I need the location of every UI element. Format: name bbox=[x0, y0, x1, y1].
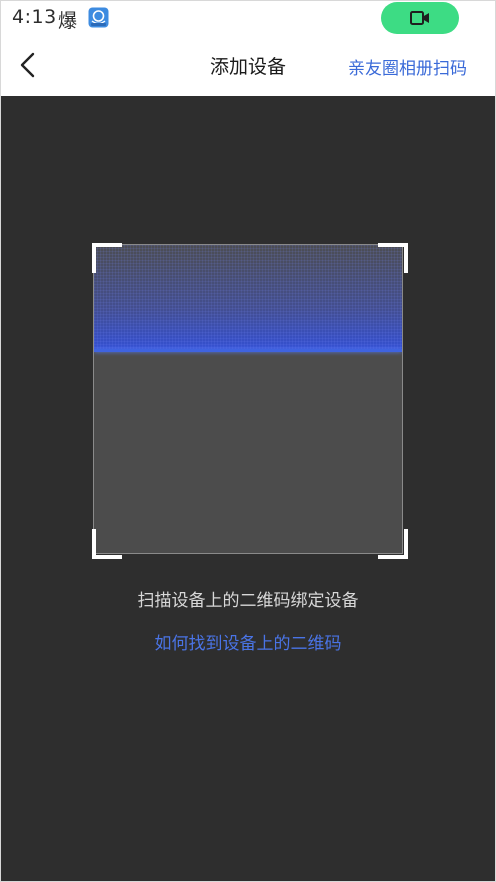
app-notification-icon bbox=[88, 7, 109, 28]
app-frame: 4:13 爆 添加设备 亲友圈相册扫码 扫描设备上的二维码绑定设备 如何找到设备… bbox=[0, 0, 496, 882]
scan-grid-overlay bbox=[94, 245, 402, 351]
ongoing-call-pill[interactable] bbox=[381, 2, 459, 34]
scan-corner-bottom-left bbox=[92, 529, 122, 559]
status-bar: 4:13 爆 bbox=[1, 1, 495, 35]
video-camera-icon bbox=[410, 11, 429, 25]
find-qr-help-link[interactable]: 如何找到设备上的二维码 bbox=[1, 629, 495, 654]
scan-line bbox=[94, 349, 402, 352]
album-scan-button[interactable]: 亲友圈相册扫码 bbox=[348, 54, 467, 79]
scan-corner-top-left bbox=[92, 243, 122, 273]
qr-scanner-view: 扫描设备上的二维码绑定设备 如何找到设备上的二维码 bbox=[1, 96, 495, 881]
scan-corner-bottom-right bbox=[378, 529, 408, 559]
scan-corner-top-right bbox=[378, 243, 408, 273]
status-time: 4:13 bbox=[12, 6, 57, 28]
scan-hint-text: 扫描设备上的二维码绑定设备 bbox=[137, 591, 359, 611]
scan-frame bbox=[93, 244, 403, 554]
navigation-bar: 添加设备 亲友圈相册扫码 bbox=[1, 35, 495, 96]
notification-icon: 爆 bbox=[58, 10, 78, 32]
